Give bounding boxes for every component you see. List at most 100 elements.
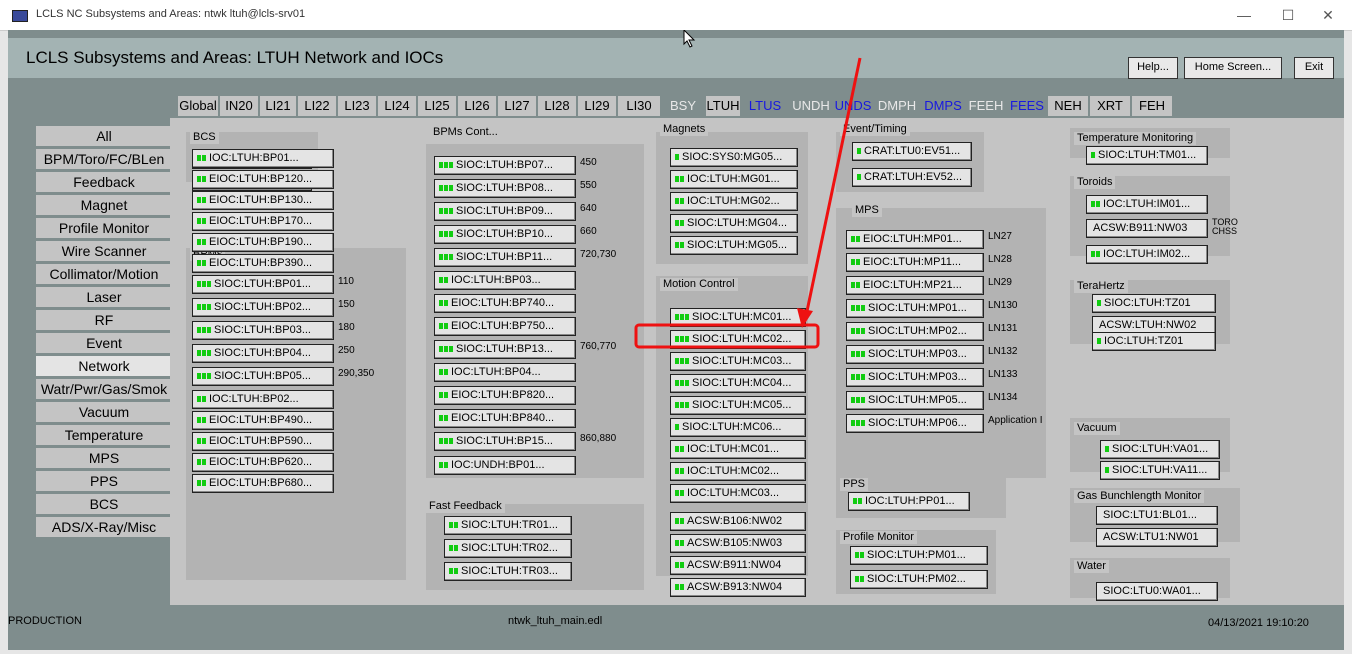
tab-li28[interactable]: LI28 xyxy=(538,96,576,116)
nav-item-feedback[interactable]: Feedback xyxy=(36,172,172,192)
ioc-button[interactable]: IOC:LTUH:BP04... xyxy=(434,363,576,382)
nav-item-ads-x-ray-misc[interactable]: ADS/X-Ray/Misc xyxy=(36,517,172,537)
tab-li29[interactable]: LI29 xyxy=(578,96,616,116)
nav-item-wire-scanner[interactable]: Wire Scanner xyxy=(36,241,172,261)
ioc-button[interactable]: CRAT:LTU0:EV51... xyxy=(852,142,972,161)
tab-li27[interactable]: LI27 xyxy=(498,96,536,116)
ioc-button[interactable]: IOC:LTUH:IM01... xyxy=(1086,195,1208,214)
help-button[interactable]: Help... xyxy=(1128,57,1178,79)
ioc-button[interactable]: IOC:LTUH:PP01... xyxy=(848,492,970,511)
tab-li22[interactable]: LI22 xyxy=(298,96,336,116)
nav-item-all[interactable]: All xyxy=(36,126,172,146)
nav-item-pps[interactable]: PPS xyxy=(36,471,172,491)
ioc-button[interactable]: SIOC:LTUH:BP10... xyxy=(434,225,576,244)
ioc-button[interactable]: ACSW:B911:NW04 xyxy=(670,556,806,575)
ioc-button[interactable]: SIOC:LTUH:MC05... xyxy=(670,396,806,415)
ioc-button[interactable]: EIOC:LTUH:BP840... xyxy=(434,409,576,428)
ioc-button[interactable]: IOC:UNDH:BP01... xyxy=(434,456,576,475)
ioc-button[interactable]: EIOC:LTUH:MP21... xyxy=(846,276,984,295)
tab-neh[interactable]: NEH xyxy=(1048,96,1088,116)
ioc-button[interactable]: SIOC:LTUH:TR03... xyxy=(444,562,572,581)
ioc-button[interactable]: SIOC:LTUH:BP11... xyxy=(434,248,576,267)
tab-dmph[interactable]: DMPH xyxy=(874,96,920,116)
maximize-button[interactable]: ☐ xyxy=(1268,3,1308,27)
ioc-button[interactable]: EIOC:LTUH:BP130... xyxy=(192,191,334,210)
nav-item-watr-pwr-gas-smok[interactable]: Watr/Pwr/Gas/Smok xyxy=(36,379,172,399)
nav-item-mps[interactable]: MPS xyxy=(36,448,172,468)
nav-item-event[interactable]: Event xyxy=(36,333,172,353)
close-button[interactable]: ✕ xyxy=(1308,3,1348,27)
ioc-button[interactable]: EIOC:LTUH:BP740... xyxy=(434,294,576,313)
ioc-button[interactable]: SIOC:LTUH:MC03... xyxy=(670,352,806,371)
ioc-button[interactable]: SIOC:LTUH:BP08... xyxy=(434,179,576,198)
nav-item-network[interactable]: Network xyxy=(36,356,172,376)
ioc-button[interactable]: SIOC:LTUH:BP01... xyxy=(192,275,334,294)
ioc-button[interactable]: SIOC:LTU1:BL01... xyxy=(1096,506,1218,525)
ioc-button[interactable]: EIOC:LTUH:BP820... xyxy=(434,386,576,405)
ioc-button[interactable]: IOC:LTUH:BP02... xyxy=(192,390,334,409)
nav-item-rf[interactable]: RF xyxy=(36,310,172,330)
tab-dmps[interactable]: DMPS xyxy=(922,96,964,116)
minimize-button[interactable]: — xyxy=(1224,3,1264,27)
ioc-button[interactable]: SIOC:LTUH:MP03... xyxy=(846,345,984,364)
nav-item-laser[interactable]: Laser xyxy=(36,287,172,307)
tab-ltuh[interactable]: LTUH xyxy=(706,96,740,116)
tab-in20[interactable]: IN20 xyxy=(220,96,258,116)
ioc-button[interactable]: SIOC:LTUH:BP02... xyxy=(192,298,334,317)
ioc-button[interactable]: EIOC:LTUH:BP620... xyxy=(192,453,334,472)
ioc-button[interactable]: SIOC:LTUH:BP09... xyxy=(434,202,576,221)
ioc-button[interactable]: SIOC:LTUH:BP03... xyxy=(192,321,334,340)
ioc-button[interactable]: SIOC:LTU0:WA01... xyxy=(1096,582,1218,601)
ioc-button[interactable]: SIOC:SYS0:MG05... xyxy=(670,148,798,167)
ioc-button[interactable]: EIOC:LTUH:BP390... xyxy=(192,254,334,273)
ioc-button[interactable]: ACSW:B105:NW03 xyxy=(670,534,806,553)
ioc-button[interactable]: EIOC:LTUH:BP680... xyxy=(192,474,334,493)
ioc-button[interactable]: EIOC:LTUH:BP190... xyxy=(192,233,334,252)
ioc-button[interactable]: SIOC:LTUH:TZ01 xyxy=(1092,294,1216,313)
ioc-button[interactable]: SIOC:LTUH:MC01... xyxy=(670,308,806,327)
ioc-button[interactable]: SIOC:LTUH:BP07... xyxy=(434,156,576,175)
ioc-button[interactable]: SIOC:LTUH:BP05... xyxy=(192,367,334,386)
ioc-button[interactable]: IOC:LTUH:IM02... xyxy=(1086,245,1208,264)
tab-li30[interactable]: LI30 xyxy=(618,96,660,116)
ioc-button[interactable]: SIOC:LTUH:MC04... xyxy=(670,374,806,393)
ioc-button[interactable]: SIOC:LTUH:BP04... xyxy=(192,344,334,363)
ioc-button[interactable]: IOC:LTUH:MC02... xyxy=(670,462,806,481)
tab-li23[interactable]: LI23 xyxy=(338,96,376,116)
tab-xrt[interactable]: XRT xyxy=(1090,96,1130,116)
ioc-button[interactable]: CRAT:LTUH:EV52... xyxy=(852,168,972,187)
ioc-button[interactable]: SIOC:LTUH:MG04... xyxy=(670,214,798,233)
ioc-button[interactable]: IOC:LTUH:MC01... xyxy=(670,440,806,459)
ioc-button[interactable]: IOC:LTUH:MG02... xyxy=(670,192,798,211)
exit-button[interactable]: Exit xyxy=(1294,57,1334,79)
tab-feh[interactable]: FEH xyxy=(1132,96,1172,116)
ioc-button[interactable]: IOC:LTUH:TZ01 xyxy=(1092,332,1216,351)
ioc-button[interactable]: SIOC:LTUH:TR01... xyxy=(444,516,572,535)
nav-item-magnet[interactable]: Magnet xyxy=(36,195,172,215)
ioc-button[interactable]: ACSW:LTU1:NW01 xyxy=(1096,528,1218,547)
ioc-button[interactable]: SIOC:LTUH:MG05... xyxy=(670,236,798,255)
ioc-button[interactable]: SIOC:LTUH:MP06... xyxy=(846,414,984,433)
ioc-button[interactable]: SIOC:LTUH:TM01... xyxy=(1086,146,1208,165)
ioc-button[interactable]: SIOC:LTUH:PM02... xyxy=(850,570,988,589)
ioc-button[interactable]: EIOC:LTUH:BP120... xyxy=(192,170,334,189)
nav-item-bpm-toro-fc-blen[interactable]: BPM/Toro/FC/BLen xyxy=(36,149,172,169)
tab-li21[interactable]: LI21 xyxy=(260,96,296,116)
ioc-button[interactable]: SIOC:LTUH:VA11... xyxy=(1100,461,1220,480)
ioc-button[interactable]: SIOC:LTUH:PM01... xyxy=(850,546,988,565)
nav-item-bcs[interactable]: BCS xyxy=(36,494,172,514)
tab-unds[interactable]: UNDS xyxy=(834,96,872,116)
nav-item-collimator-motion[interactable]: Collimator/Motion xyxy=(36,264,172,284)
tab-li24[interactable]: LI24 xyxy=(378,96,416,116)
ioc-button[interactable]: EIOC:LTUH:BP750... xyxy=(434,317,576,336)
tab-global[interactable]: Global xyxy=(178,96,218,116)
tab-fees[interactable]: FEES xyxy=(1008,96,1046,116)
ioc-button[interactable]: SIOC:LTUH:MP05... xyxy=(846,391,984,410)
ioc-button[interactable]: SIOC:LTUH:MC02... xyxy=(670,330,806,349)
ioc-button[interactable]: SIOC:LTUH:BP15... xyxy=(434,432,576,451)
tab-undh[interactable]: UNDH xyxy=(790,96,832,116)
ioc-button[interactable]: SIOC:LTUH:BP13... xyxy=(434,340,576,359)
ioc-button[interactable]: ACSW:B913:NW04 xyxy=(670,578,806,597)
nav-item-profile-monitor[interactable]: Profile Monitor xyxy=(36,218,172,238)
ioc-button[interactable]: IOC:LTUH:MG01... xyxy=(670,170,798,189)
